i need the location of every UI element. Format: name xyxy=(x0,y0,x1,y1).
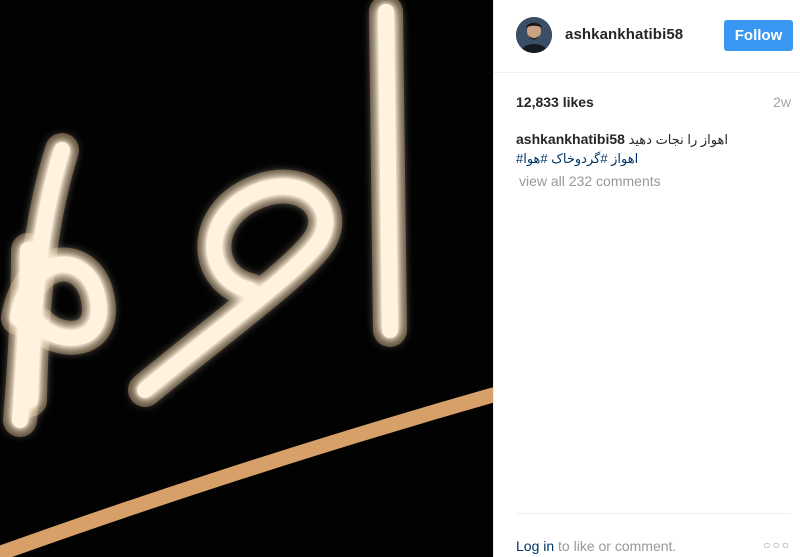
post-header: ashkankhatibi58 Follow xyxy=(494,0,800,73)
post-image[interactable] xyxy=(0,0,493,557)
avatar[interactable] xyxy=(516,17,552,53)
post-details-panel: ashkankhatibi58 Follow 12,833 likes 2w a… xyxy=(493,0,800,557)
follow-button[interactable]: Follow xyxy=(724,20,793,51)
caption-text: اهواز را نجات دهید xyxy=(628,132,728,147)
login-prompt-text: to like or comment. xyxy=(554,538,677,554)
view-all-comments-link[interactable]: view all 232 comments xyxy=(519,173,661,189)
instagram-post: ashkankhatibi58 Follow 12,833 likes 2w a… xyxy=(0,0,800,557)
likes-count[interactable]: 12,833 likes xyxy=(516,94,594,110)
login-prompt: Log in to like or comment. xyxy=(516,538,676,554)
username-link[interactable]: ashkankhatibi58 xyxy=(565,26,683,43)
caption-username[interactable]: ashkankhatibi58 xyxy=(516,131,625,147)
more-options-icon[interactable]: ○○○ xyxy=(763,538,791,552)
post-footer: Log in to like or comment. ○○○ xyxy=(516,513,791,557)
caption-hashtags[interactable]: اهواز #گردوخاک #هوا# xyxy=(516,149,786,168)
neon-text-image xyxy=(0,0,493,557)
post-caption: ashkankhatibi58 اهواز را نجات دهید اهواز… xyxy=(516,130,786,168)
login-link[interactable]: Log in xyxy=(516,538,554,554)
post-age[interactable]: 2w xyxy=(773,94,791,110)
avatar-image xyxy=(516,17,552,53)
